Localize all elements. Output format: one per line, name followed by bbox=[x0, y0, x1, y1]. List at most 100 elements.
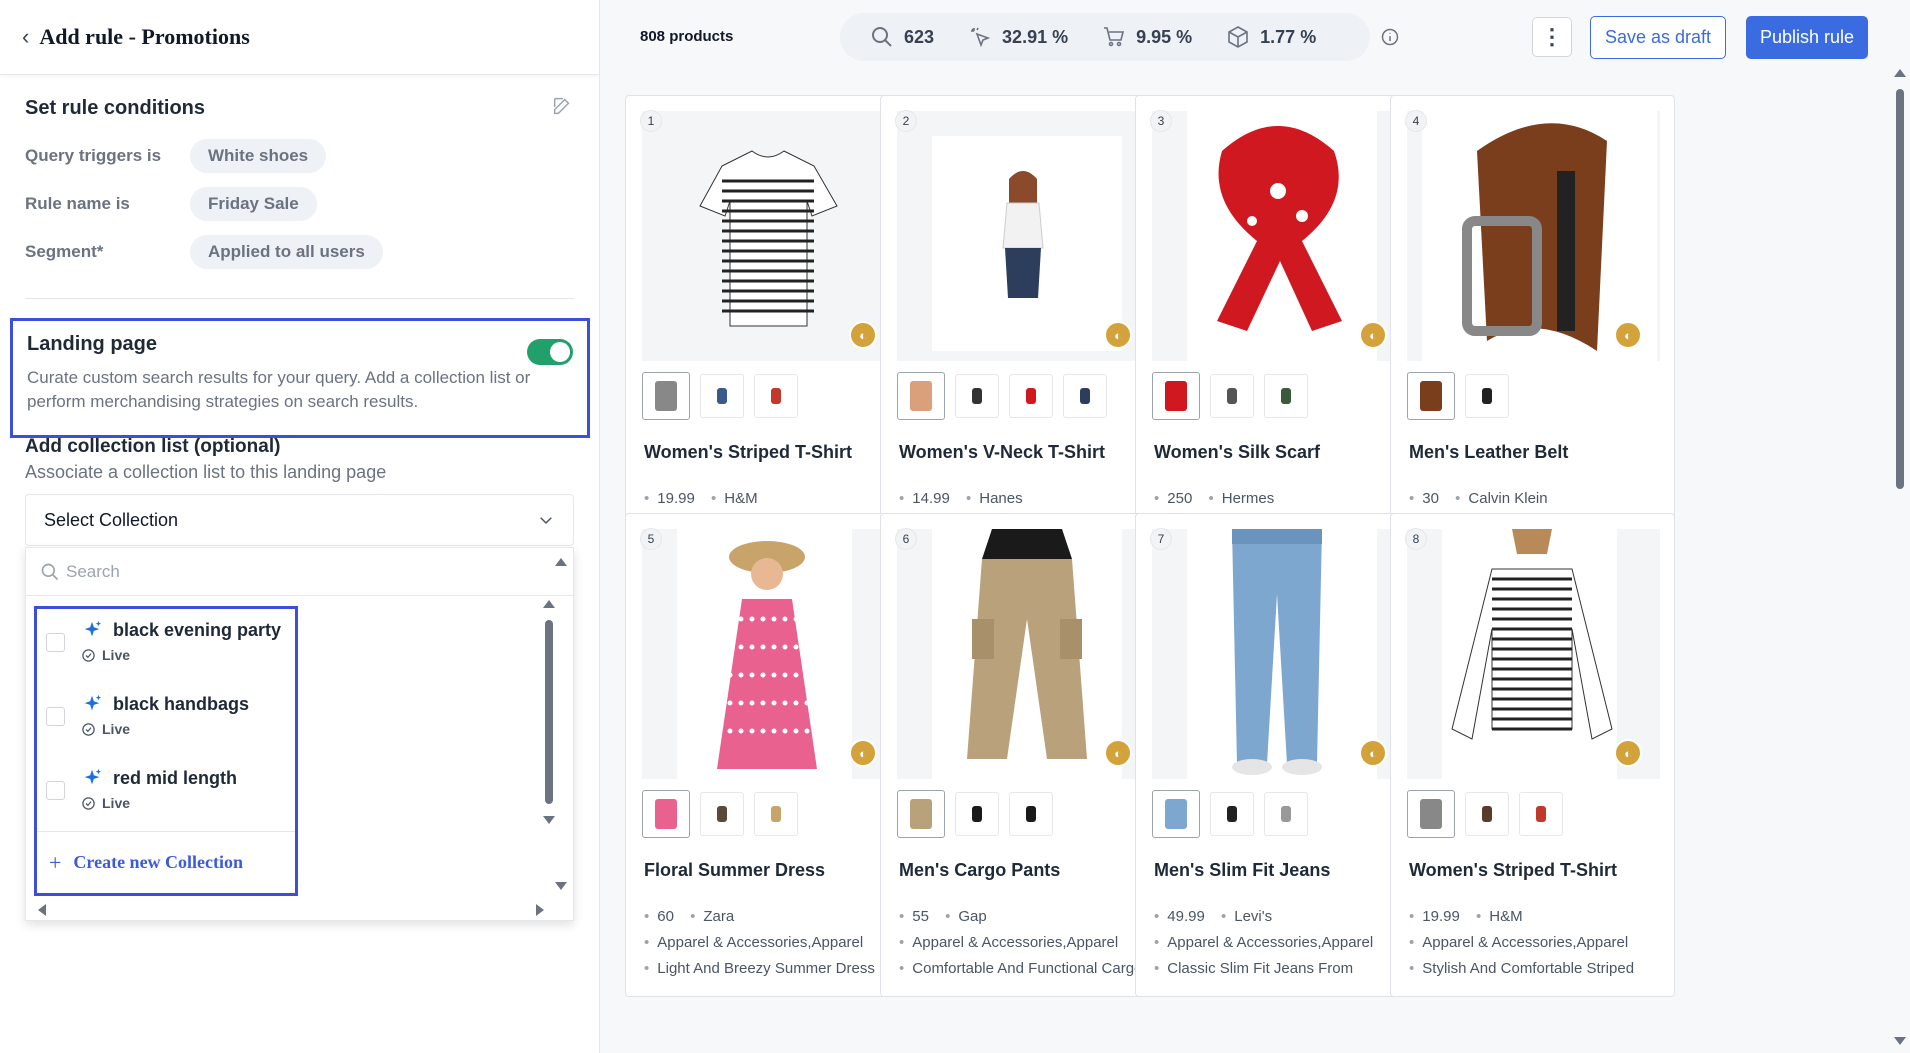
variant-thumbnail[interactable] bbox=[955, 792, 999, 836]
product-name[interactable]: Men's Slim Fit Jeans bbox=[1154, 860, 1330, 881]
variant-thumbnails bbox=[642, 790, 808, 838]
collection-name: black evening party bbox=[113, 619, 282, 640]
variant-thumbnail[interactable] bbox=[1009, 374, 1053, 418]
boost-icon[interactable]: ◐ bbox=[1614, 739, 1642, 767]
variant-thumbnail[interactable] bbox=[1407, 372, 1455, 420]
condition-chip[interactable]: Friday Sale bbox=[190, 187, 317, 221]
variant-thumbnail[interactable] bbox=[754, 792, 798, 836]
product-name[interactable]: Men's Leather Belt bbox=[1409, 442, 1568, 463]
boost-icon[interactable]: ◐ bbox=[849, 321, 877, 349]
stats-bar: 623 32.91 % 9.95 % 1.77 % bbox=[840, 13, 1370, 61]
variant-thumbnail[interactable] bbox=[1210, 374, 1254, 418]
product-card[interactable]: 3◐Women's Silk Scarf•250 •Hermes•Apparel… bbox=[1135, 95, 1420, 579]
product-name[interactable]: Floral Summer Dress bbox=[644, 860, 825, 881]
page-scrollbar[interactable] bbox=[1890, 55, 1910, 1053]
scroll-up-arrow[interactable] bbox=[555, 558, 567, 566]
condition-label: Rule name is bbox=[25, 194, 130, 213]
info-icon[interactable] bbox=[1380, 27, 1400, 47]
product-category: Apparel & Accessories,Apparel bbox=[912, 934, 1119, 951]
boost-icon[interactable]: ◐ bbox=[1359, 321, 1387, 349]
collection-select[interactable]: Select Collection bbox=[25, 494, 574, 546]
product-name[interactable]: Women's Striped T-Shirt bbox=[1409, 860, 1617, 881]
condition-chip[interactable]: White shoes bbox=[190, 139, 327, 173]
product-brand: Levi's bbox=[1234, 908, 1273, 925]
product-category: Apparel & Accessories,Apparel bbox=[657, 934, 864, 951]
variant-thumbnail[interactable] bbox=[1465, 374, 1509, 418]
variant-thumbnail[interactable] bbox=[1264, 792, 1308, 836]
variant-thumbnail[interactable] bbox=[642, 790, 690, 838]
list-item[interactable]: black handbags Live bbox=[37, 683, 295, 757]
more-options-button[interactable]: ⋮ bbox=[1532, 17, 1572, 57]
scrollbar-thumb[interactable] bbox=[545, 620, 553, 804]
select-value: Select Collection bbox=[44, 509, 179, 530]
boost-icon[interactable]: ◐ bbox=[1614, 321, 1642, 349]
collection-checkbox[interactable] bbox=[46, 633, 65, 652]
variant-thumbnail[interactable] bbox=[642, 372, 690, 420]
search-icon bbox=[872, 27, 892, 47]
variant-thumbnail[interactable] bbox=[1407, 790, 1455, 838]
variant-thumbnail[interactable] bbox=[1519, 792, 1563, 836]
collection-checkbox[interactable] bbox=[46, 707, 65, 726]
product-card[interactable]: 2◐Women's V-Neck T-Shirt•14.99 •Hanes•Ap… bbox=[880, 95, 1165, 579]
product-meta: •19.99 •H&M•Apparel & Accessories,Appare… bbox=[1409, 908, 1635, 977]
boost-icon[interactable]: ◐ bbox=[1104, 321, 1132, 349]
scroll-up-arrow[interactable] bbox=[1894, 69, 1906, 77]
variant-thumbnail[interactable] bbox=[897, 372, 945, 420]
product-card[interactable]: 4◐Men's Leather Belt•30 •Calvin Klein•Ap… bbox=[1390, 95, 1675, 579]
landing-page-toggle[interactable] bbox=[527, 339, 573, 365]
variant-thumbnail[interactable] bbox=[1063, 374, 1107, 418]
variant-thumbnail[interactable] bbox=[754, 374, 798, 418]
product-meta: • 49.99 • Levi's • Apparel & Accessories,App… bbox=[1154, 908, 1374, 977]
scroll-down-arrow[interactable] bbox=[555, 882, 567, 890]
collection-search-input[interactable]: Search bbox=[26, 548, 573, 596]
boost-icon[interactable]: ◐ bbox=[849, 739, 877, 767]
rank-badge: 4 bbox=[1405, 110, 1427, 132]
variant-thumbnail[interactable] bbox=[897, 790, 945, 838]
variant-thumbnail[interactable] bbox=[955, 374, 999, 418]
boost-icon[interactable]: ◐ bbox=[1359, 739, 1387, 767]
product-card[interactable]: 1◐Women's Striped T-Shirt•19.99 •H&M•App… bbox=[625, 95, 910, 579]
product-card[interactable]: 6 ◐ Men's Cargo Pants • 55 • Gap • Apparel & Ac… bbox=[880, 513, 1165, 997]
scroll-down-arrow[interactable] bbox=[1894, 1037, 1906, 1045]
list-scrollbar[interactable] bbox=[538, 598, 560, 830]
product-card[interactable]: 8 ◐ Women's Striped T-Shirt • 19.99 • H&M • App… bbox=[1390, 513, 1675, 997]
product-name[interactable]: Women's Striped T-Shirt bbox=[644, 442, 852, 463]
variant-thumbnail[interactable] bbox=[1210, 792, 1254, 836]
variant-thumbnail[interactable] bbox=[1152, 790, 1200, 838]
page-title: Add rule - Promotions bbox=[39, 24, 250, 49]
product-name[interactable]: Women's Silk Scarf bbox=[1154, 442, 1320, 463]
search-icon bbox=[41, 563, 59, 580]
product-brand: Calvin Klein bbox=[1468, 490, 1548, 507]
scroll-right-arrow[interactable] bbox=[536, 904, 544, 916]
list-item[interactable]: black evening party Live bbox=[37, 609, 295, 683]
scrollbar-thumb[interactable] bbox=[1896, 89, 1904, 489]
scroll-up-arrow[interactable] bbox=[543, 600, 555, 608]
variant-thumbnail[interactable] bbox=[1152, 372, 1200, 420]
collection-name: black handbags bbox=[113, 693, 250, 714]
publish-rule-button[interactable]: Publish rule bbox=[1746, 16, 1868, 59]
section-divider bbox=[25, 298, 574, 299]
product-card[interactable]: 7 ◐ Men's Slim Fit Jeans • 49.99 • Levi's • App… bbox=[1135, 513, 1420, 997]
product-price: 19.99 bbox=[1422, 908, 1460, 925]
boost-icon[interactable]: ◐ bbox=[1104, 739, 1132, 767]
rank-badge: 8 bbox=[1405, 528, 1427, 550]
rank-badge: 5 bbox=[640, 528, 662, 550]
variant-thumbnail[interactable] bbox=[1465, 792, 1509, 836]
variant-thumbnail[interactable] bbox=[1009, 792, 1053, 836]
scroll-down-arrow[interactable] bbox=[543, 816, 555, 824]
list-item[interactable]: red mid length Live bbox=[37, 757, 295, 831]
condition-chip[interactable]: Applied to all users bbox=[190, 235, 383, 269]
edit-icon[interactable] bbox=[551, 95, 573, 117]
chevron-left-icon[interactable]: ‹ bbox=[22, 24, 29, 50]
create-collection-button[interactable]: + Create new Collection bbox=[37, 831, 295, 893]
scroll-left-arrow[interactable] bbox=[38, 904, 46, 916]
product-name[interactable]: Women's V-Neck T-Shirt bbox=[899, 442, 1105, 463]
product-card[interactable]: 5 ◐ Floral Summer Dress • 60 • Zara • Apparel &… bbox=[625, 513, 910, 997]
variant-thumbnail[interactable] bbox=[700, 374, 744, 418]
condition-row-name: Rule name is Friday Sale bbox=[25, 180, 574, 228]
variant-thumbnail[interactable] bbox=[700, 792, 744, 836]
collection-checkbox[interactable] bbox=[46, 781, 65, 800]
product-name[interactable]: Men's Cargo Pants bbox=[899, 860, 1060, 881]
save-draft-button[interactable]: Save as draft bbox=[1590, 16, 1726, 59]
variant-thumbnail[interactable] bbox=[1264, 374, 1308, 418]
